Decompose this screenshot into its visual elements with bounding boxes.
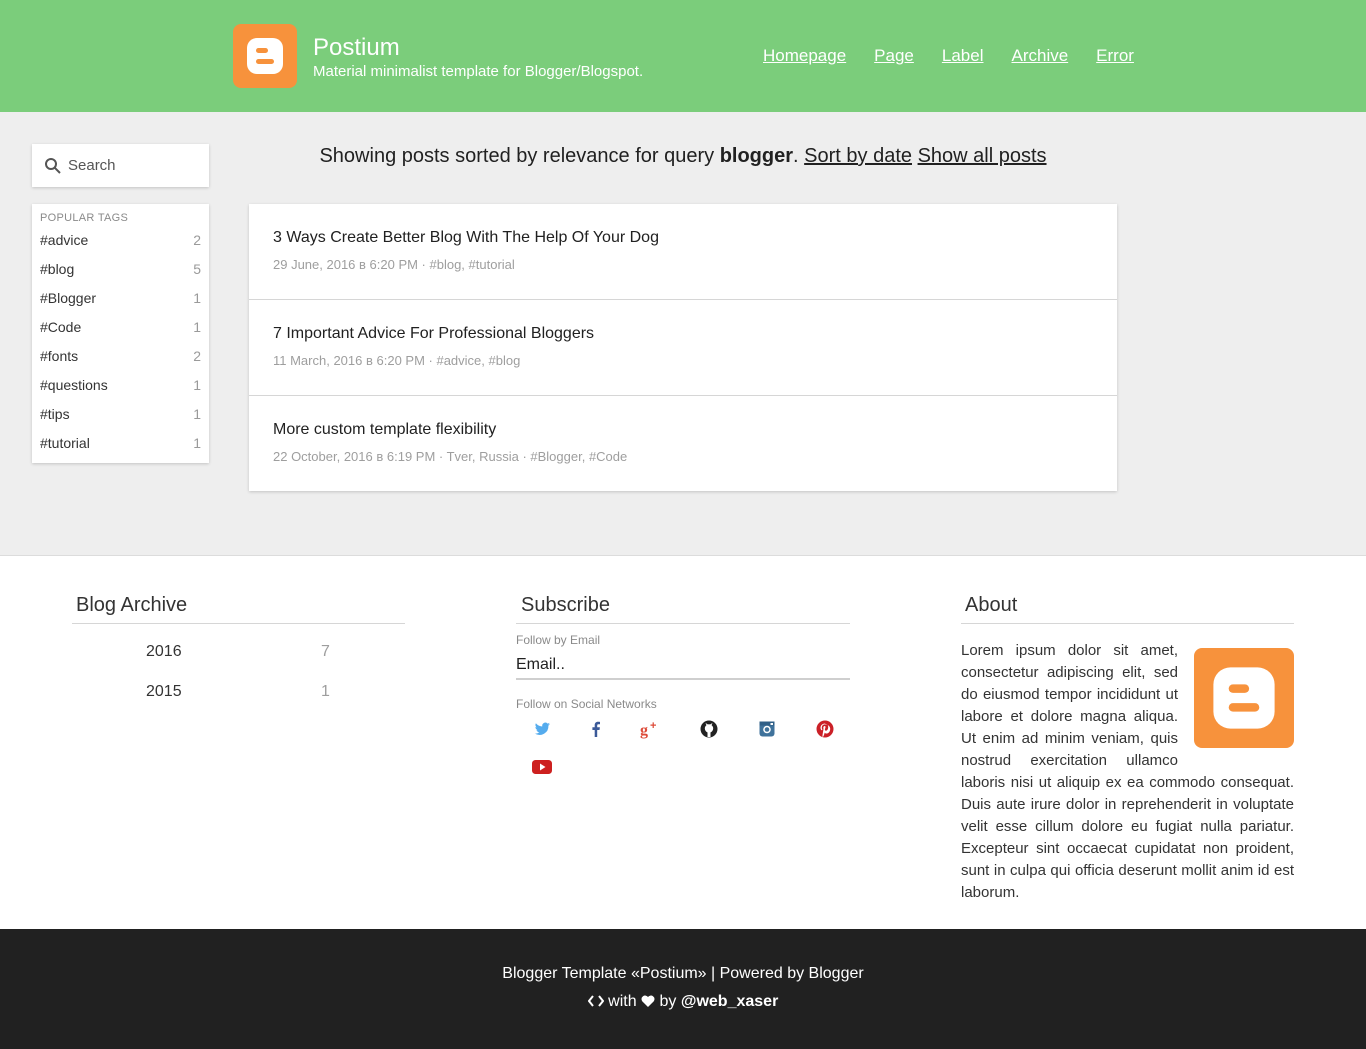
nav-homepage[interactable]: Homepage: [763, 46, 846, 66]
site-header: Postium Material minimalist template for…: [0, 0, 1366, 112]
post-title[interactable]: 7 Important Advice For Professional Blog…: [273, 325, 1093, 343]
youtube-icon[interactable]: [531, 756, 553, 778]
nav-archive[interactable]: Archive: [1011, 46, 1068, 66]
email-field[interactable]: [516, 652, 850, 680]
tag-count: 1: [193, 290, 201, 306]
blogger-logo-icon: [1194, 648, 1294, 748]
show-all-posts-link[interactable]: Show all posts: [918, 145, 1047, 167]
popular-tags-heading: POPULAR TAGS: [40, 212, 129, 224]
tag-name: #questions: [40, 377, 108, 393]
post-title[interactable]: 3 Ways Create Better Blog With The Help …: [273, 229, 1093, 247]
nav-error[interactable]: Error: [1096, 46, 1134, 66]
query-term: blogger: [719, 145, 794, 167]
footer-by: by: [659, 993, 677, 1010]
about-divider: [961, 623, 1294, 624]
tag-item-blog[interactable]: #blog 5: [40, 261, 201, 290]
svg-text:+: +: [650, 720, 656, 732]
github-icon[interactable]: [698, 718, 720, 740]
archive-count-2015: 1: [321, 683, 330, 700]
about-title: About: [965, 594, 1018, 616]
sort-by-date-link[interactable]: Sort by date: [804, 145, 912, 167]
query-suffix: .: [793, 145, 805, 167]
tag-item-tutorial[interactable]: #tutorial 1: [40, 435, 201, 464]
archive-divider: [72, 623, 405, 624]
search-query-status: Showing posts sorted by relevance for qu…: [249, 145, 1117, 168]
code-icon: [587, 995, 604, 1007]
archive-title: Blog Archive: [76, 594, 188, 616]
subscribe-title: Subscribe: [521, 594, 610, 616]
heart-icon: [641, 995, 655, 1007]
tag-item-tips[interactable]: #tips 1: [40, 406, 201, 435]
main-nav: Homepage Page Label Archive Error: [763, 46, 1134, 66]
tag-name: #tutorial: [40, 435, 90, 451]
tag-count: 1: [193, 435, 201, 451]
tag-item-blogger[interactable]: #Blogger 1: [40, 290, 201, 319]
tag-name: #Code: [40, 319, 82, 335]
subscribe-divider: [516, 623, 850, 624]
search-icon: [45, 157, 61, 174]
google-plus-icon[interactable]: g +: [639, 718, 661, 740]
post-list: 3 Ways Create Better Blog With The Help …: [249, 204, 1117, 491]
tag-count: 1: [193, 319, 201, 335]
tag-count: 1: [193, 406, 201, 422]
post-item: More custom template flexibility 22 Octo…: [249, 396, 1117, 491]
facebook-icon[interactable]: [585, 718, 607, 740]
search-input[interactable]: [68, 157, 188, 174]
tag-item-advice[interactable]: #advice 2: [40, 232, 201, 261]
twitter-icon[interactable]: [531, 718, 553, 740]
tag-count: 2: [193, 348, 201, 364]
post-item: 3 Ways Create Better Blog With The Help …: [249, 204, 1117, 300]
archive-year-2015[interactable]: 2015: [146, 683, 182, 701]
site-description: Material minimalist template for Blogger…: [313, 63, 644, 80]
tag-name: #advice: [40, 232, 89, 248]
post-meta: 11 March, 2016 в 6:20 PM · #advice, #blo…: [273, 353, 521, 368]
author-link[interactable]: @web_xaser: [681, 993, 778, 1010]
instagram-icon[interactable]: [756, 718, 778, 740]
social-label: Follow on Social Networks: [516, 697, 657, 711]
post-title[interactable]: More custom template flexibility: [273, 421, 1093, 439]
query-prefix: Showing posts sorted by relevance for qu…: [319, 145, 720, 167]
pinterest-icon[interactable]: [814, 718, 836, 740]
tag-name: #blog: [40, 261, 75, 277]
email-label: Follow by Email: [516, 633, 601, 647]
tag-count: 5: [193, 261, 201, 277]
tag-name: #tips: [40, 406, 70, 422]
popular-tags-widget: POPULAR TAGS #advice 2 #blog 5 #Blogger 1 #…: [32, 204, 209, 463]
search-box[interactable]: [32, 144, 209, 187]
footer-widgets: Blog Archive 2016 7 2015 1 Subscribe Fol…: [0, 555, 1366, 929]
nav-label[interactable]: Label: [942, 46, 984, 66]
footer-author-line: with by @web_xaser: [0, 993, 1366, 1011]
site-title[interactable]: Postium: [313, 34, 400, 62]
tag-item-questions[interactable]: #questions 1: [40, 377, 201, 406]
site-footer: Blogger Template «Postium» | Powered by …: [0, 929, 1366, 1049]
tag-name: #fonts: [40, 348, 79, 364]
tag-name: #Blogger: [40, 290, 97, 306]
footer-with: with: [608, 993, 637, 1010]
post-meta: 29 June, 2016 в 6:20 PM · #blog, #tutori…: [273, 257, 515, 272]
blogger-logo-icon[interactable]: [233, 24, 297, 88]
archive-year-2016[interactable]: 2016: [146, 643, 182, 661]
archive-count-2016: 7: [321, 643, 330, 660]
tag-count: 2: [193, 232, 201, 248]
footer-credits: Blogger Template «Postium» | Powered by …: [502, 965, 864, 982]
post-item: 7 Important Advice For Professional Blog…: [249, 300, 1117, 396]
tag-item-fonts[interactable]: #fonts 2: [40, 348, 201, 377]
svg-text:g: g: [640, 722, 648, 739]
about-widget: Lorem ipsum dolor sit amet, consectetur …: [961, 640, 1294, 904]
nav-page[interactable]: Page: [874, 46, 914, 66]
tag-item-code[interactable]: #Code 1: [40, 319, 201, 348]
tag-count: 1: [193, 377, 201, 393]
post-meta: 22 October, 2016 в 6:19 PM · Tver, Russi…: [273, 449, 628, 464]
